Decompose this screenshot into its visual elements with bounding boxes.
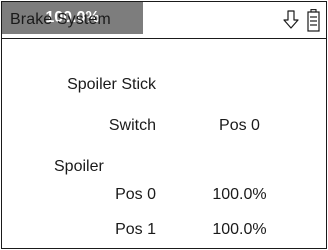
brake-system-panel: Brake System Spoiler Stick 100.0% Switch… — [1, 1, 327, 249]
title-bar: Brake System — [2, 2, 326, 39]
spoiler-pos1-value[interactable]: 100.0% — [178, 221, 301, 239]
page-title: Brake System — [10, 11, 111, 28]
spoiler-pos0-value[interactable]: 100.0% — [178, 186, 301, 204]
download-arrow-icon[interactable] — [283, 10, 299, 30]
switch-label: Switch — [108, 117, 156, 134]
switch-value[interactable]: Pos 0 — [178, 117, 301, 135]
spoiler-pos1-label: Pos 1 — [115, 221, 156, 238]
spoiler-pos0-label: Pos 0 — [115, 186, 156, 203]
spoiler-stick-label: Spoiler Stick — [67, 76, 156, 93]
battery-icon — [307, 9, 320, 32]
spoiler-section-heading: Spoiler — [54, 158, 104, 175]
